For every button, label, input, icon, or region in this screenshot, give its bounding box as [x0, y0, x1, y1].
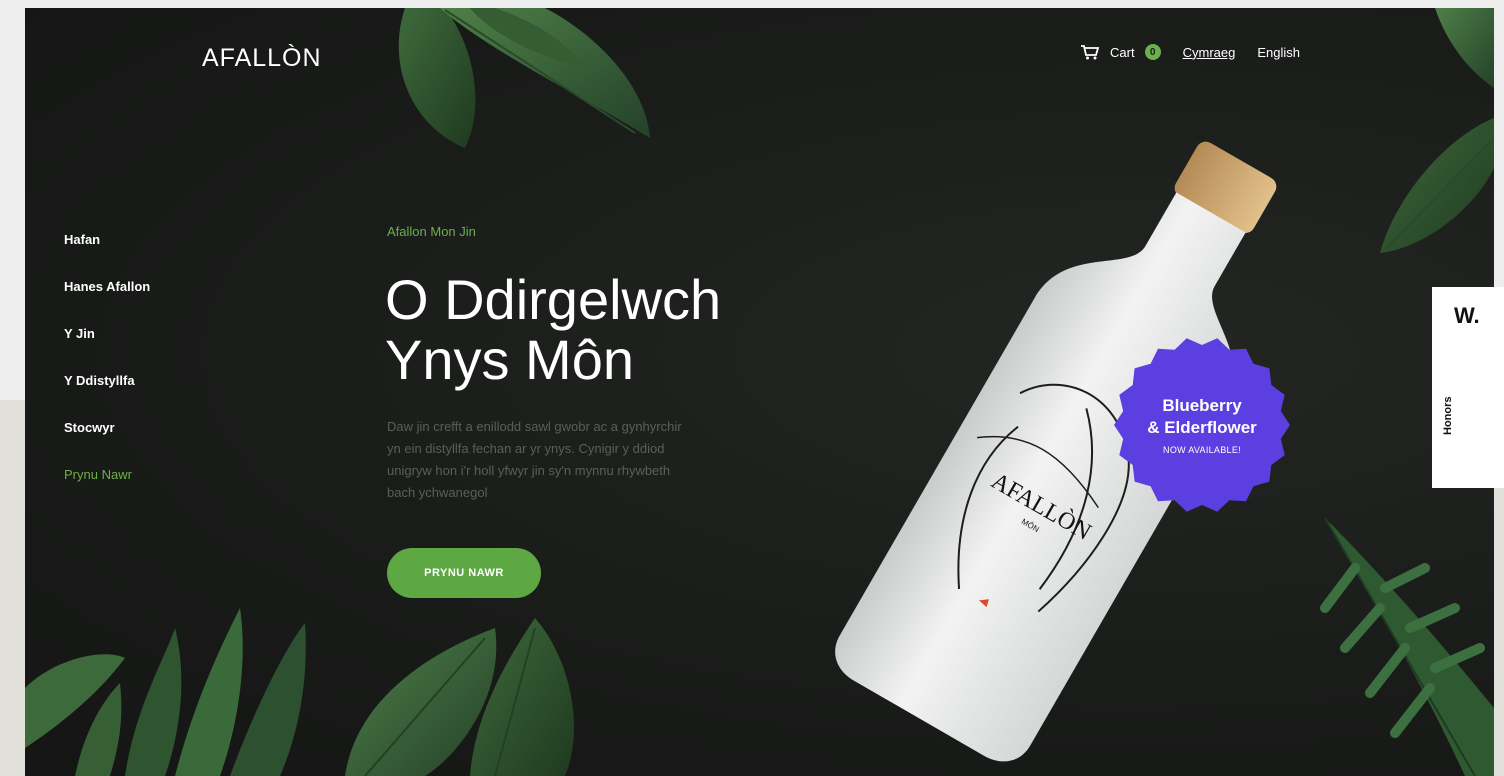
hero-title: O Ddirgelwch Ynys Môn [385, 270, 721, 390]
hero-eyebrow: Afallon Mon Jin [387, 224, 476, 239]
top-navigation: Cart 0 Cymraeg English [1080, 44, 1300, 60]
hero-title-line-1: O Ddirgelwch [385, 268, 722, 331]
buy-now-button[interactable]: PRYNU NAWR [387, 548, 541, 598]
language-welsh-link[interactable]: Cymraeg [1183, 45, 1236, 60]
sidebar-navigation: Hafan Hanes Afallon Y Jin Y Ddistyllfa S… [64, 230, 150, 512]
honors-logo: W. [1454, 303, 1480, 328]
shopping-cart-icon[interactable] [1080, 44, 1100, 60]
cart-link[interactable]: Cart [1110, 45, 1135, 60]
language-english-link[interactable]: English [1257, 45, 1300, 60]
honors-widget[interactable]: W. Honors [1432, 287, 1504, 488]
hero-frame: AFALLÒN Cart 0 Cymraeg English Hafan Han… [25, 8, 1494, 776]
sidebar-item-y-ddistyllfa[interactable]: Y Ddistyllfa [64, 371, 150, 418]
brand-logo[interactable]: AFALLÒN [202, 44, 322, 73]
sidebar-item-stocwyr[interactable]: Stocwyr [64, 418, 150, 465]
cart-count-badge: 0 [1144, 44, 1161, 60]
sidebar-item-hafan[interactable]: Hafan [64, 230, 150, 277]
badge-line-2: & Elderflower [1147, 418, 1257, 437]
sidebar-item-prynu-nawr[interactable]: Prynu Nawr [64, 465, 150, 512]
sidebar-item-y-jin[interactable]: Y Jin [64, 324, 150, 371]
hero-description: Daw jin crefft a enillodd sawl gwobr ac … [387, 419, 682, 500]
sidebar-item-hanes-afallon[interactable]: Hanes Afallon [64, 277, 150, 324]
badge-line-1: Blueberry [1162, 396, 1242, 415]
flavour-badge[interactable]: Blueberry & Elderflower NOW AVAILABLE! [1113, 336, 1291, 514]
honors-label: Honors [1442, 396, 1454, 436]
hero-title-line-2: Ynys Môn [385, 328, 634, 391]
badge-subtitle: NOW AVAILABLE! [1163, 445, 1241, 455]
